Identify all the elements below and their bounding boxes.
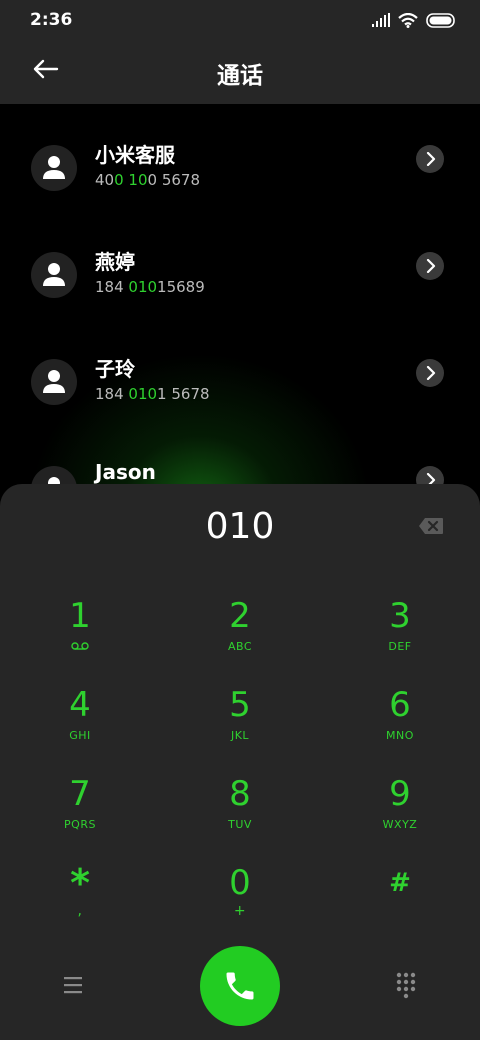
backspace-icon [419,518,443,534]
menu-icon [64,977,82,994]
contact-item[interactable]: 子玲 184 0101 5678 [0,349,480,429]
contact-name: 子玲 [95,357,135,381]
key-digit: # [389,868,411,898]
key-7[interactable]: 7 PQRS [20,774,140,850]
contact-detail-button[interactable] [416,359,444,387]
wifi-icon [398,12,418,28]
person-icon [43,370,65,393]
key-0[interactable]: 0 + [180,863,300,939]
key-4[interactable]: 4 GHI [20,685,140,761]
contact-number: 184 0101 5678 [95,385,210,403]
key-digit: 4 [69,685,91,725]
key-8[interactable]: 8 TUV [180,774,300,850]
key-letters: DEF [388,640,412,653]
contact-name: Jason [95,460,156,484]
menu-button[interactable] [60,974,86,996]
key-letters: ABC [227,640,253,653]
key-letters: PQRS [64,818,96,831]
key-5[interactable]: 5 JKL [180,685,300,761]
dialpad-panel: 010 1 2 ABC 3 DEF 4 GHI 5 JKL 6 MNO 7 PQ… [0,484,480,1040]
key-star[interactable]: * , [20,863,140,939]
key-digit: 5 [229,685,251,725]
key-letters: + [233,903,247,919]
key-digit: 8 [229,774,251,814]
avatar [31,359,77,405]
voicemail-icon [20,640,140,653]
contact-item[interactable]: 小米客服 400 100 5678 [0,135,480,215]
phone-icon [226,972,254,1000]
call-button[interactable] [200,946,280,1026]
header: 通话 [0,40,480,104]
contact-list[interactable]: 小米客服 400 100 5678 燕婷 184 01015689 子玲 184… [0,104,480,524]
avatar [31,252,77,298]
key-9[interactable]: 9 WXYZ [340,774,460,850]
chevron-right-icon [426,152,436,166]
person-icon [43,263,65,286]
contact-name: 小米客服 [95,143,175,167]
key-3[interactable]: 3 DEF [340,596,460,672]
status-icons [372,10,456,30]
key-letters: TUV [228,818,252,831]
key-6[interactable]: 6 MNO [340,685,460,761]
contact-name: 燕婷 [95,250,135,274]
contact-number: 184 01015689 [95,278,205,296]
key-letters: GHI [69,729,91,742]
dialed-number: 010 [205,506,275,547]
keypad-icon [396,972,416,999]
signal-icon [372,13,390,27]
contact-item[interactable]: 燕婷 184 01015689 [0,242,480,322]
avatar [31,145,77,191]
keypad-toggle-button[interactable] [396,972,416,1000]
status-bar: 2:36 [0,0,480,40]
key-digit: 6 [389,685,411,725]
chevron-right-icon [426,259,436,273]
chevron-right-icon [426,366,436,380]
key-letters: MNO [386,729,414,742]
contact-detail-button[interactable] [416,145,444,173]
battery-icon [426,12,455,28]
key-digit: 1 [69,596,91,636]
key-digit: 7 [69,774,91,814]
key-letters: WXYZ [382,818,418,831]
contact-detail-button[interactable] [416,252,444,280]
key-letters: JKL [230,729,250,742]
status-time: 2:36 [30,10,73,30]
key-digit: 2 [229,596,251,636]
key-digit: 3 [389,596,411,636]
key-hash[interactable]: # [340,863,460,939]
page-title: 通话 [217,63,263,89]
key-digit: 0 [229,863,251,903]
key-digit: * [70,861,90,905]
key-letters: , [77,903,83,919]
key-2[interactable]: 2 ABC [180,596,300,672]
key-1[interactable]: 1 [20,596,140,672]
key-digit: 9 [389,774,411,814]
contact-number: 400 100 5678 [95,171,201,189]
backspace-button[interactable] [418,517,444,535]
person-icon [43,156,65,179]
